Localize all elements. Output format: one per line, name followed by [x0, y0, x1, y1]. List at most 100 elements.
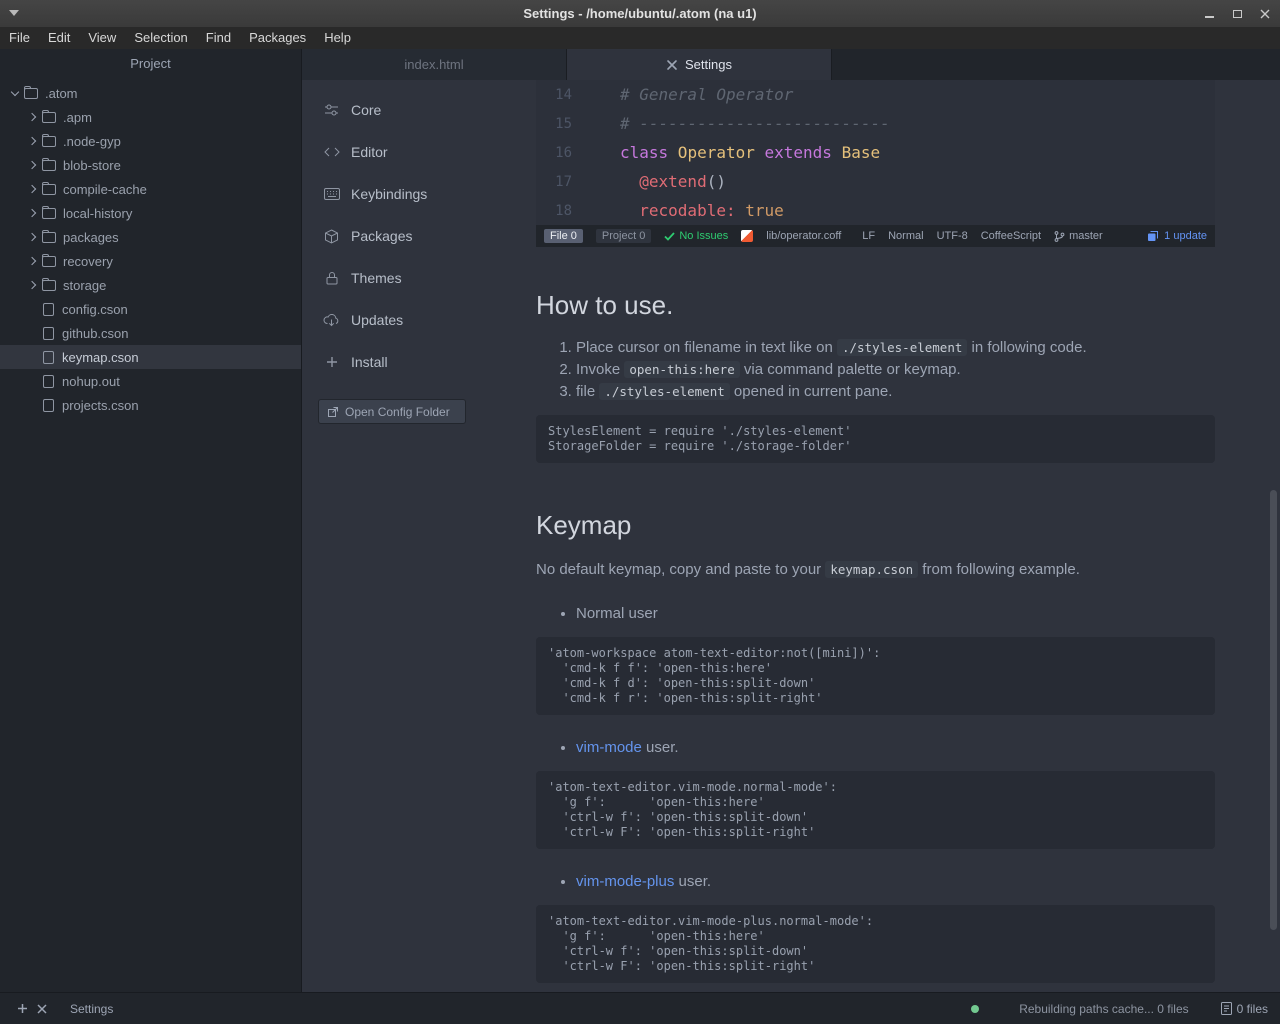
code-text: class Operator extends Base: [620, 143, 880, 162]
inline-code: open-this:here: [624, 361, 739, 378]
keymap-vim-mode-code-block: 'atom-text-editor.vim-mode.normal-mode':…: [536, 771, 1215, 849]
tree-file-projects-cson[interactable]: projects.cson: [0, 393, 301, 417]
chevron-right-icon: [26, 282, 40, 288]
link-external-icon: [328, 407, 338, 417]
close-icon: [37, 1004, 47, 1014]
branch-label: master: [1069, 230, 1103, 242]
code-token: class: [620, 143, 668, 162]
tree-file-nohup-out[interactable]: nohup.out: [0, 369, 301, 393]
git-files-status[interactable]: 0 files: [1221, 1002, 1268, 1016]
vim-mode-plus-link[interactable]: vim-mode-plus: [576, 873, 674, 890]
settings-item-label: Keybindings: [351, 186, 427, 202]
step-item: Place cursor on filename in text like on…: [576, 337, 1215, 359]
settings-item-packages[interactable]: Packages: [302, 215, 482, 257]
tree-folder-local-history[interactable]: local-history: [0, 201, 301, 225]
menubar: File Edit View Selection Find Packages H…: [0, 27, 1280, 49]
chevron-right-icon: [26, 162, 40, 168]
tab-label: index.html: [404, 57, 463, 72]
line-number: 16: [536, 145, 572, 161]
vim-mode-link[interactable]: vim-mode: [576, 739, 642, 756]
code-token: Base: [832, 143, 880, 162]
window-menu-icon[interactable]: [9, 10, 19, 16]
tree-folder-apm[interactable]: .apm: [0, 105, 301, 129]
window-title: Settings - /home/ubuntu/.atom (na u1): [0, 6, 1280, 21]
close-panel-button[interactable]: [32, 999, 52, 1019]
menu-edit[interactable]: Edit: [39, 27, 79, 49]
tree-folder-atom[interactable]: .atom: [0, 81, 301, 105]
cache-status-text: Rebuilding paths cache... 0 files: [1019, 1002, 1188, 1016]
tab-settings[interactable]: Settings: [567, 49, 832, 80]
tree-folder-storage[interactable]: storage: [0, 273, 301, 297]
bullet-item: Normal user: [576, 603, 1215, 625]
menu-file[interactable]: File: [0, 27, 39, 49]
tab-index-html[interactable]: index.html: [302, 49, 567, 80]
maximize-button[interactable]: [1230, 7, 1244, 21]
file-icon: [43, 351, 54, 364]
tools-icon: [666, 59, 678, 71]
open-config-folder-button[interactable]: Open Config Folder: [318, 399, 466, 424]
line-number: 18: [536, 203, 572, 219]
screenshot-editor: 14 # General Operator 15 # -------------…: [536, 80, 1215, 225]
tree-label: github.cson: [62, 326, 129, 341]
tree-file-github-cson[interactable]: github.cson: [0, 321, 301, 345]
tree-label: .node-gyp: [63, 134, 121, 149]
settings-item-keybindings[interactable]: Keybindings: [302, 173, 482, 215]
window-controls: [1202, 0, 1272, 27]
menu-help[interactable]: Help: [315, 27, 360, 49]
close-icon: [1260, 9, 1270, 19]
no-issues-status: No Issues: [664, 230, 728, 242]
settings-item-label: Updates: [351, 312, 403, 328]
eol-indicator: LF: [862, 230, 875, 242]
intro-text: from following example.: [918, 561, 1080, 578]
step-item: Invoke open-this:here via command palett…: [576, 359, 1215, 381]
menu-view[interactable]: View: [79, 27, 125, 49]
tree-folder-packages[interactable]: packages: [0, 225, 301, 249]
keymap-bullet-vim-mode: vim-mode user.: [536, 737, 1215, 759]
tree-file-keymap-cson[interactable]: keymap.cson: [0, 345, 301, 369]
settings-item-editor[interactable]: Editor: [302, 131, 482, 173]
settings-item-themes[interactable]: Themes: [302, 257, 482, 299]
git-branch-icon: [1054, 230, 1065, 243]
file-count-badge: File 0: [544, 229, 583, 243]
vertical-scrollbar[interactable]: [1270, 490, 1277, 930]
tree-file-config-cson[interactable]: config.cson: [0, 297, 301, 321]
project-count-badge: Project 0: [596, 229, 651, 243]
menu-find[interactable]: Find: [197, 27, 240, 49]
chevron-right-icon: [26, 258, 40, 264]
tree-folder-blob-store[interactable]: blob-store: [0, 153, 301, 177]
settings-item-install[interactable]: Install: [302, 341, 482, 383]
add-project-button[interactable]: [12, 999, 32, 1019]
settings-item-updates[interactable]: Updates: [302, 299, 482, 341]
step-text: file: [576, 383, 599, 400]
screenshot-status-bar: File 0 Project 0 No Issues lib/operator.…: [536, 225, 1215, 247]
tree-label: recovery: [63, 254, 113, 269]
menu-packages[interactable]: Packages: [240, 27, 315, 49]
status-bar: Settings Rebuilding paths cache... 0 fil…: [0, 992, 1280, 1024]
chevron-right-icon: [26, 138, 40, 144]
folder-icon: [42, 184, 56, 195]
folder-icon: [42, 232, 56, 243]
step-text: opened in current pane.: [730, 383, 893, 400]
folder-icon: [42, 280, 56, 291]
folder-icon: [42, 256, 56, 267]
minimize-icon: [1205, 16, 1214, 18]
bullet-text: user.: [674, 873, 711, 890]
screenshot-code-line: 18 recodable: true: [536, 196, 1215, 225]
how-to-use-heading: How to use.: [536, 289, 1215, 321]
tree-folder-node-gyp[interactable]: .node-gyp: [0, 129, 301, 153]
code-token: (): [707, 172, 726, 191]
minimize-button[interactable]: [1202, 7, 1216, 21]
close-button[interactable]: [1258, 7, 1272, 21]
updates-label: 1 update: [1164, 230, 1207, 242]
menu-selection[interactable]: Selection: [125, 27, 196, 49]
bullet-text: Normal user: [576, 605, 658, 622]
inline-code: ./styles-element: [837, 339, 967, 356]
how-to-use-steps: Place cursor on filename in text like on…: [536, 337, 1215, 403]
tree-label: local-history: [63, 206, 132, 221]
file-icon: [43, 327, 54, 340]
settings-item-core[interactable]: Core: [302, 89, 482, 131]
tree-folder-compile-cache[interactable]: compile-cache: [0, 177, 301, 201]
atom-window: Settings - /home/ubuntu/.atom (na u1) Fi…: [0, 0, 1280, 1024]
code-icon: [323, 146, 340, 158]
tree-folder-recovery[interactable]: recovery: [0, 249, 301, 273]
